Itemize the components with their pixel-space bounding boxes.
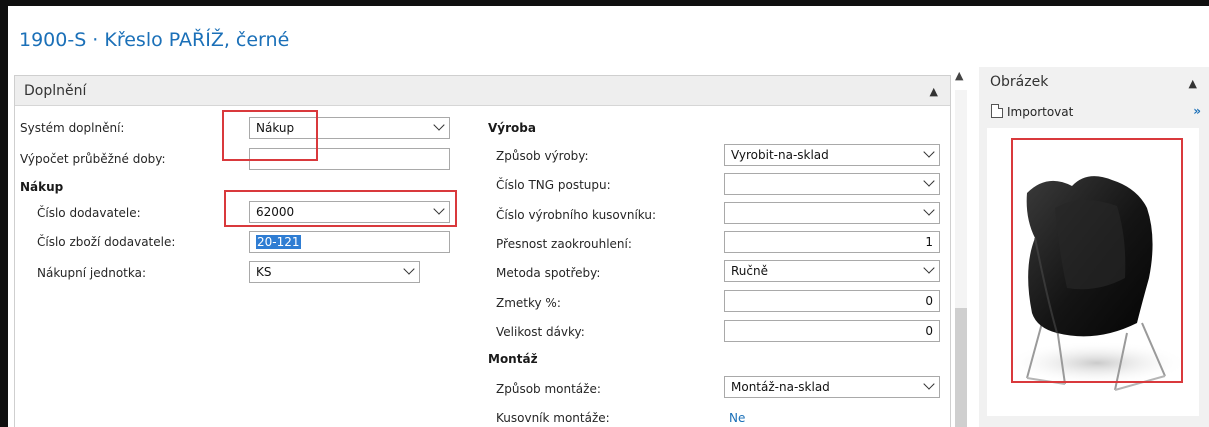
scroll-up-icon[interactable]: ▲ [955,69,963,82]
routing-no-select[interactable] [724,173,940,195]
page-title: 1900-S · Křeslo PAŘÍŽ, černé [19,29,290,51]
scrap-percent-input[interactable]: 0 [724,290,940,312]
chevron-down-icon [923,175,935,187]
rounding-precision-input[interactable]: 1 [724,231,940,253]
assembly-group-heading: Montáž [488,352,538,366]
vendor-item-no-value: 20-121 [256,235,301,249]
assembly-policy-label: Způsob montáže: [496,382,601,396]
purch-uom-select[interactable]: KS [249,261,420,283]
fasttab-title: Doplnění [24,83,87,99]
assembly-bom-label: Kusovník montáže: [496,411,610,425]
lead-time-calc-label: Výpočet průběžné doby: [20,152,166,166]
lot-size-label: Velikost dávky: [496,325,585,339]
vendor-item-no-label: Číslo zboží dodavatele: [37,235,176,249]
annotation-box-vendor-no [224,190,457,227]
flushing-method-label: Metoda spotřeby: [496,266,601,280]
chevron-down-icon [923,204,935,216]
scrap-percent-label: Zmetky %: [496,296,561,310]
rounding-precision-label: Přesnost zaokrouhlení: [496,237,632,251]
fasttab-header[interactable]: Doplnění ▲ [15,76,950,106]
chevron-down-icon [923,378,935,390]
flushing-method-select[interactable]: Ručně [724,260,940,282]
vendor-no-label: Číslo dodavatele: [37,206,141,220]
chevron-down-icon [923,146,935,158]
import-button[interactable]: Importovat [991,104,1073,119]
document-import-icon [991,104,1003,118]
annotation-box-picture [1011,138,1183,383]
replenishment-system-label: Systém doplnění: [20,121,125,135]
manufacturing-policy-select[interactable]: Vyrobit-na-sklad [724,144,940,166]
routing-no-label: Číslo TNG postupu: [496,178,611,192]
manufacturing-policy-label: Způsob výroby: [496,149,589,163]
production-bom-no-select[interactable] [724,202,940,224]
chevron-up-icon[interactable]: ▲ [930,85,938,98]
scrollbar-thumb[interactable] [955,308,967,427]
chevron-down-icon [433,119,445,131]
chevron-down-icon [403,263,415,275]
more-actions-button[interactable]: » [1193,104,1201,118]
chevron-down-icon [923,262,935,274]
window-frame-left [0,0,8,427]
chevron-up-icon[interactable]: ▲ [1189,77,1197,90]
production-bom-no-label: Číslo výrobního kusovníku: [496,208,657,222]
annotation-box-replenishment-system [222,110,318,161]
assembly-policy-select[interactable]: Montáž-na-sklad [724,376,940,398]
purch-uom-value: KS [256,265,272,279]
production-group-heading: Výroba [488,121,536,135]
assembly-bom-link[interactable]: Ne [729,411,745,425]
vendor-item-no-input[interactable]: 20-121 [249,231,450,253]
window-frame-top [0,0,1209,6]
purchase-group-heading: Nákup [20,180,64,194]
purch-uom-label: Nákupní jednotka: [37,266,147,280]
picture-title: Obrázek [990,74,1049,90]
lot-size-input[interactable]: 0 [724,320,940,342]
